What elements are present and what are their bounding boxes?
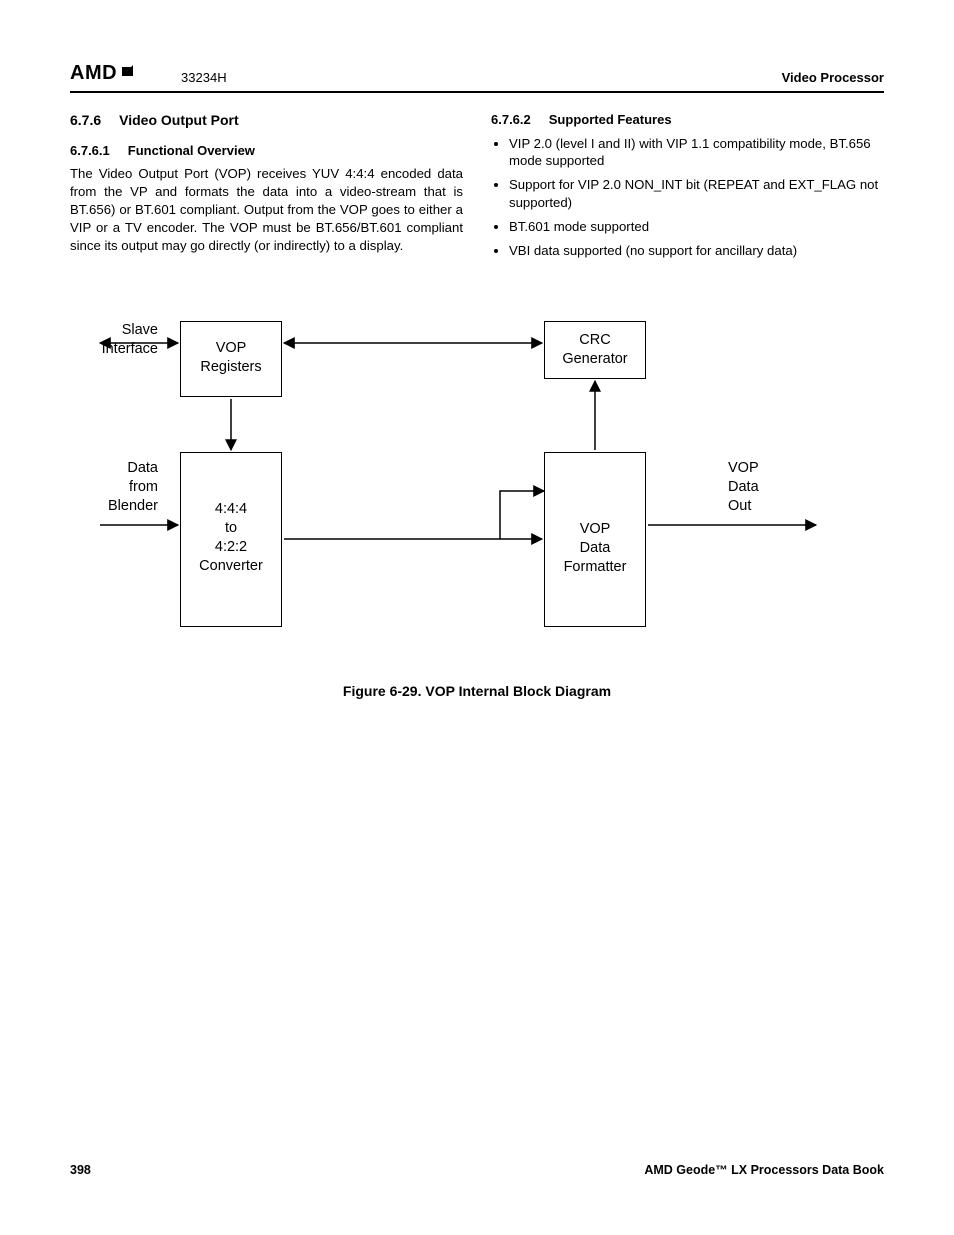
figure-caption: Figure 6-29. VOP Internal Block Diagram [70,683,884,699]
diagram-arrows [70,321,884,651]
logo-arrow-icon [119,62,137,85]
block-diagram: VOPRegisters CRCGenerator 4:4:4to4:2:2Co… [70,321,884,651]
subsection-number: 6.7.6.2 [491,112,531,127]
subsection-title: Functional Overview [128,143,255,158]
logo-text: AMD [70,62,117,85]
subsection-heading: 6.7.6.2 Supported Features [491,111,884,129]
page-number: 398 [70,1163,91,1177]
header-left: AMD 33234H [70,62,227,85]
section-number: 6.7.6 [70,112,101,128]
chapter-title: Video Processor [782,70,884,85]
list-item: Support for VIP 2.0 NON_INT bit (REPEAT … [509,176,884,212]
subsection-number: 6.7.6.1 [70,143,110,158]
list-item: VIP 2.0 (level I and II) with VIP 1.1 co… [509,135,884,171]
page-footer: 398 AMD Geode™ LX Processors Data Book [70,1163,884,1177]
content-columns: 6.7.6 Video Output Port 6.7.6.1 Functional… [70,111,884,265]
right-column: 6.7.6.2 Supported Features VIP 2.0 (level… [491,111,884,265]
list-item: VBI data supported (no support for ancil… [509,242,884,260]
subsection-title: Supported Features [549,112,672,127]
book-title: AMD Geode™ LX Processors Data Book [644,1163,884,1177]
subsection-heading: 6.7.6.1 Functional Overview [70,142,463,160]
page: AMD 33234H Video Processor 6.7.6 Video Ou… [0,0,954,1235]
doc-number: 33234H [181,70,227,85]
amd-logo: AMD [70,62,137,85]
feature-list: VIP 2.0 (level I and II) with VIP 1.1 co… [491,135,884,260]
left-column: 6.7.6 Video Output Port 6.7.6.1 Functional… [70,111,463,265]
section-title: Video Output Port [119,112,239,128]
section-heading: 6.7.6 Video Output Port [70,111,463,130]
list-item: BT.601 mode supported [509,218,884,236]
page-header: AMD 33234H Video Processor [70,62,884,93]
paragraph: The Video Output Port (VOP) receives YUV… [70,165,463,254]
